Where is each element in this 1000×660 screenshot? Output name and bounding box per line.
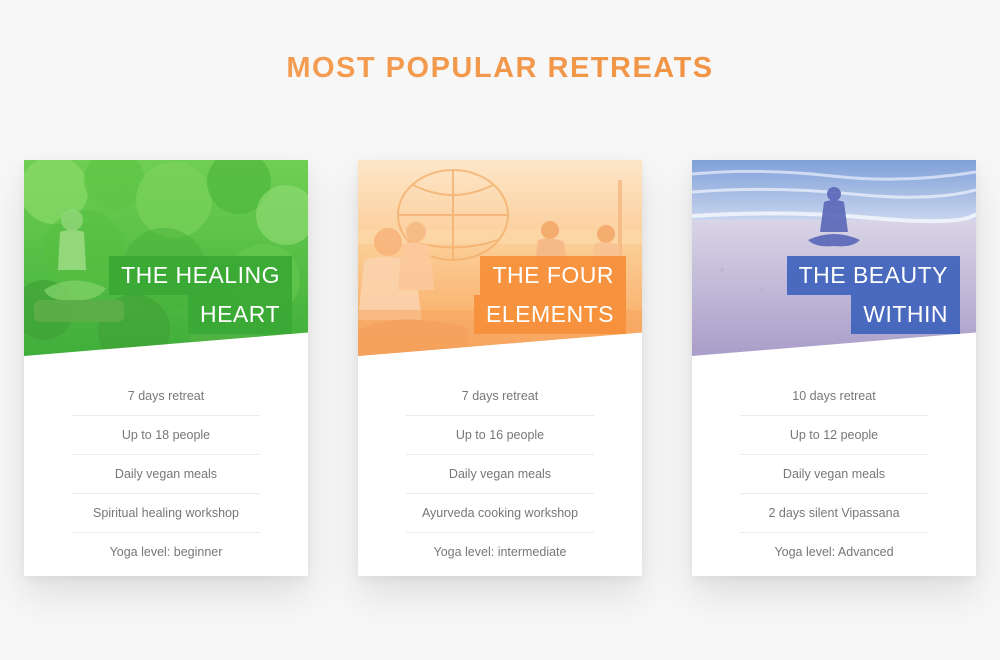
detail-meals: Daily vegan meals — [406, 455, 594, 494]
detail-yoga-level: Yoga level: intermediate — [433, 545, 567, 559]
retreat-heading-line-1: THE HEALING — [109, 256, 292, 295]
retreat-heading-line-2: ELEMENTS — [474, 295, 626, 334]
detail-yoga-level: Yoga level: Advanced — [774, 545, 894, 559]
detail-capacity: Up to 18 people — [72, 416, 260, 455]
retreat-heading: THE FOUR ELEMENTS — [474, 256, 626, 334]
detail-meals: Daily vegan meals — [72, 455, 260, 494]
detail-duration: 7 days retreat — [406, 377, 594, 416]
detail-workshop: 2 days silent Vipassana — [740, 494, 928, 533]
retreat-heading: THE HEALING HEART — [109, 256, 292, 334]
retreat-card-healing-heart[interactable]: THE HEALING HEART 7 days retreat Up to 1… — [24, 160, 308, 576]
detail-workshop: Spiritual healing workshop — [72, 494, 260, 533]
retreat-heading: THE BEAUTY WITHIN — [786, 256, 960, 334]
retreat-card-beauty-within[interactable]: THE BEAUTY WITHIN 10 days retreat Up to … — [692, 160, 976, 576]
detail-duration: 10 days retreat — [740, 377, 928, 416]
retreat-details-list: 7 days retreat Up to 16 people Daily veg… — [406, 377, 594, 572]
detail-capacity: Up to 12 people — [740, 416, 928, 455]
detail-workshop: Ayurveda cooking workshop — [406, 494, 594, 533]
retreat-heading-line-1: THE FOUR — [480, 256, 626, 295]
detail-meals: Daily vegan meals — [740, 455, 928, 494]
retreat-heading-line-2: HEART — [187, 295, 292, 334]
retreat-details-list: 7 days retreat Up to 18 people Daily veg… — [72, 377, 260, 572]
detail-capacity: Up to 16 people — [406, 416, 594, 455]
detail-duration: 7 days retreat — [72, 377, 260, 416]
retreat-heading-line-2: WITHIN — [851, 295, 960, 334]
retreat-details-list: 10 days retreat Up to 12 people Daily ve… — [740, 377, 928, 572]
section-title: MOST POPULAR RETREATS — [0, 52, 1000, 85]
detail-yoga-level: Yoga level: beginner — [109, 545, 223, 559]
retreat-card-four-elements[interactable]: THE FOUR ELEMENTS 7 days retreat Up to 1… — [358, 160, 642, 576]
retreat-heading-line-1: THE BEAUTY — [786, 256, 960, 295]
